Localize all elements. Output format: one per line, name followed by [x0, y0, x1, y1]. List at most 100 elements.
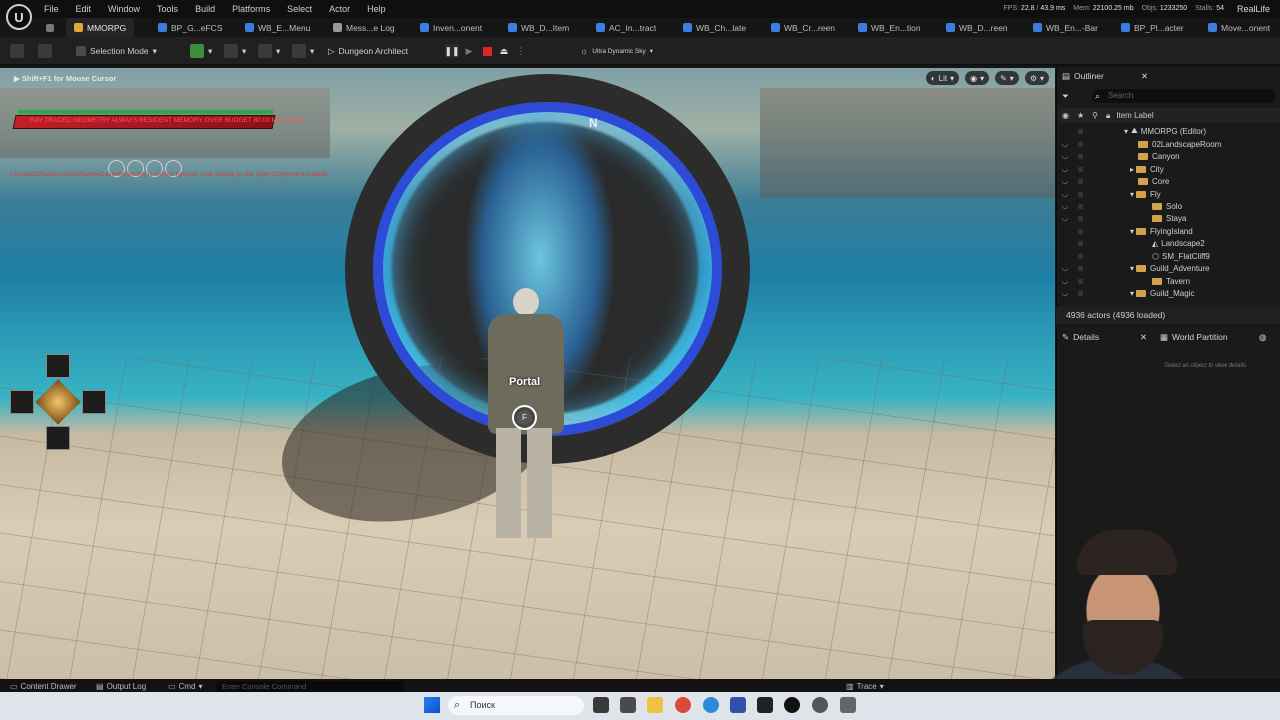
tab-document[interactable]: WB_D...reen: [946, 18, 1008, 37]
outliner-search-input[interactable]: Search: [1092, 89, 1276, 103]
menu-file[interactable]: File: [44, 4, 59, 14]
eye-icon[interactable]: ◉: [1062, 111, 1069, 120]
selection-mode-button[interactable]: Selection Mode ▾: [76, 43, 157, 59]
stats-app-icon[interactable]: [730, 697, 746, 713]
widgets-icon[interactable]: [620, 697, 636, 713]
stop-button[interactable]: [480, 44, 494, 58]
level-viewport[interactable]: ▶ Shift+F1 for Mouse Cursor ◐ Lit ▾ ◉ ▾ ✎ ▾ …: [0, 68, 1055, 679]
tab-document[interactable]: AC_In...tract: [596, 18, 656, 37]
eye-icon[interactable]: ◡: [1062, 140, 1068, 148]
epic-games-icon[interactable]: [757, 697, 773, 713]
camera-speed-button[interactable]: ✎ ▾: [995, 71, 1019, 85]
close-icon[interactable]: ✕: [1140, 329, 1147, 345]
skill-slot-bottom[interactable]: [46, 426, 70, 450]
tab-level[interactable]: MMORPG: [66, 18, 135, 37]
menu-build[interactable]: Build: [195, 4, 215, 14]
trace-button[interactable]: ▥ Trace ▾: [846, 682, 884, 691]
tree-item-folder[interactable]: ◡ Core: [1058, 175, 1280, 187]
expand-arrow-icon[interactable]: ▾: [1130, 289, 1134, 298]
taskbar-search-input[interactable]: Поиск: [448, 696, 584, 715]
eye-icon[interactable]: ◡: [1062, 264, 1068, 272]
tree-item-folder[interactable]: ◡ Canyon: [1058, 150, 1280, 162]
telegram-icon[interactable]: [703, 697, 719, 713]
eye-icon[interactable]: ◡: [1062, 214, 1068, 222]
unreal-logo-icon[interactable]: U: [6, 4, 32, 30]
sky-button[interactable]: ☼ Ultra Dynamic Sky ▾: [580, 43, 653, 59]
cinematics-icon[interactable]: ▾: [258, 43, 280, 59]
outliner-tab[interactable]: ▤ Outliner: [1062, 68, 1104, 84]
menu-edit[interactable]: Edit: [76, 4, 92, 14]
save-icon[interactable]: [10, 43, 24, 59]
item-label-column[interactable]: Item Label: [1116, 111, 1153, 120]
windows-start-icon[interactable]: [424, 697, 440, 713]
tree-item-world[interactable]: ▾ ⛰ MMORPG (Editor): [1058, 125, 1280, 137]
lock-icon[interactable]: 🔒︎: [1106, 111, 1110, 121]
skill-slot-top[interactable]: [46, 354, 70, 378]
tab-document[interactable]: Move...onent: [1208, 18, 1270, 37]
eye-icon[interactable]: ◡: [1062, 202, 1068, 210]
expand-arrow-icon[interactable]: ▸: [1130, 165, 1134, 174]
content-drawer-button[interactable]: ▭ Content Drawer: [10, 682, 77, 691]
menu-actor[interactable]: Actor: [329, 4, 350, 14]
tree-item-folder[interactable]: ▾ FlyingIsland: [1058, 225, 1280, 237]
menu-window[interactable]: Window: [108, 4, 140, 14]
tree-item-mesh[interactable]: ◭ Landscape2: [1058, 237, 1280, 249]
tree-item-folder[interactable]: ◡ ▾ Guild_Adventure: [1058, 262, 1280, 274]
show-flags-button[interactable]: ◉ ▾: [965, 71, 990, 85]
tab-document[interactable]: WB_D...Item: [508, 18, 569, 37]
file-explorer-icon[interactable]: [647, 697, 663, 713]
details-tab[interactable]: ✎ Details: [1062, 329, 1099, 345]
tree-item-folder[interactable]: ◡ ▾ Guild_Magic: [1058, 287, 1280, 299]
unreal-editor-icon[interactable]: [784, 697, 800, 713]
expand-arrow-icon[interactable]: ▾: [1130, 264, 1134, 273]
eye-icon[interactable]: ◡: [1062, 152, 1068, 160]
tab-document[interactable]: WB_Cr...reen: [771, 18, 835, 37]
pin-icon[interactable]: ⚲: [1092, 111, 1098, 120]
filter-icon[interactable]: ⏷: [1062, 88, 1069, 104]
tree-item-folder[interactable]: ◡ ▸ City: [1058, 163, 1280, 175]
eject-button[interactable]: ⏏: [497, 44, 511, 58]
tab-document[interactable]: BP_G...eFCS: [158, 18, 223, 37]
content-icon[interactable]: ▾: [292, 43, 314, 59]
world-partition-tab[interactable]: ▦ World Partition: [1160, 329, 1228, 345]
menu-help[interactable]: Help: [367, 4, 386, 14]
eye-icon[interactable]: ◡: [1062, 277, 1068, 285]
app-icon[interactable]: [840, 697, 856, 713]
eye-icon[interactable]: ◡: [1062, 190, 1068, 198]
tree-item-folder[interactable]: ◡ 02LandscapeRoom: [1058, 138, 1280, 150]
tree-item-mesh[interactable]: ⬡ SM_FlatCliff9: [1058, 250, 1280, 262]
close-icon[interactable]: ✕: [1141, 68, 1148, 84]
cmd-button[interactable]: ▭ Cmd ▾: [168, 682, 202, 691]
tab-document[interactable]: Inven...onent: [420, 18, 482, 37]
skill-slot-left[interactable]: [10, 390, 34, 414]
expand-arrow-icon[interactable]: ▾: [1130, 190, 1134, 199]
tab-document[interactable]: WB_En...tion: [858, 18, 921, 37]
tab-document[interactable]: Mess...e Log: [333, 18, 395, 37]
eye-icon[interactable]: ◡: [1062, 177, 1068, 185]
play-button[interactable]: ▶: [462, 44, 476, 58]
skill-slot-right[interactable]: [82, 390, 106, 414]
world-settings-tab[interactable]: ◍: [1259, 329, 1266, 345]
tab-document[interactable]: WB_Ch...late: [683, 18, 746, 37]
expand-arrow-icon[interactable]: ▾: [1130, 227, 1134, 236]
tab-document[interactable]: WB_E...Menu: [245, 18, 310, 37]
more-options-icon[interactable]: ⋮: [514, 44, 528, 58]
output-log-button[interactable]: ▤ Output Log: [96, 682, 146, 691]
blueprint-menu-icon[interactable]: ▾: [224, 43, 246, 59]
viewport-settings-button[interactable]: ⚙ ▾: [1024, 71, 1049, 85]
tree-item-folder[interactable]: ◡ Staya: [1058, 212, 1280, 224]
home-tab-icon[interactable]: [46, 18, 54, 37]
tree-item-folder[interactable]: ◡ Solo: [1058, 200, 1280, 212]
add-actor-icon[interactable]: ▾: [190, 43, 212, 59]
tab-document[interactable]: WB_En...-Bar: [1033, 18, 1098, 37]
tree-item-folder[interactable]: ◡ ▾ Fly: [1058, 188, 1280, 200]
expand-arrow-icon[interactable]: ▾: [1124, 127, 1128, 136]
star-icon[interactable]: ★: [1077, 111, 1084, 120]
dungeon-architect-button[interactable]: ▷ Dungeon Architect: [328, 43, 408, 59]
menu-select[interactable]: Select: [287, 4, 312, 14]
menu-tools[interactable]: Tools: [157, 4, 178, 14]
tree-item-folder[interactable]: ◡ Tavern: [1058, 275, 1280, 287]
eye-icon[interactable]: ◡: [1062, 165, 1068, 173]
pause-button[interactable]: ❚❚: [444, 44, 460, 58]
eye-icon[interactable]: ◡: [1062, 289, 1068, 297]
